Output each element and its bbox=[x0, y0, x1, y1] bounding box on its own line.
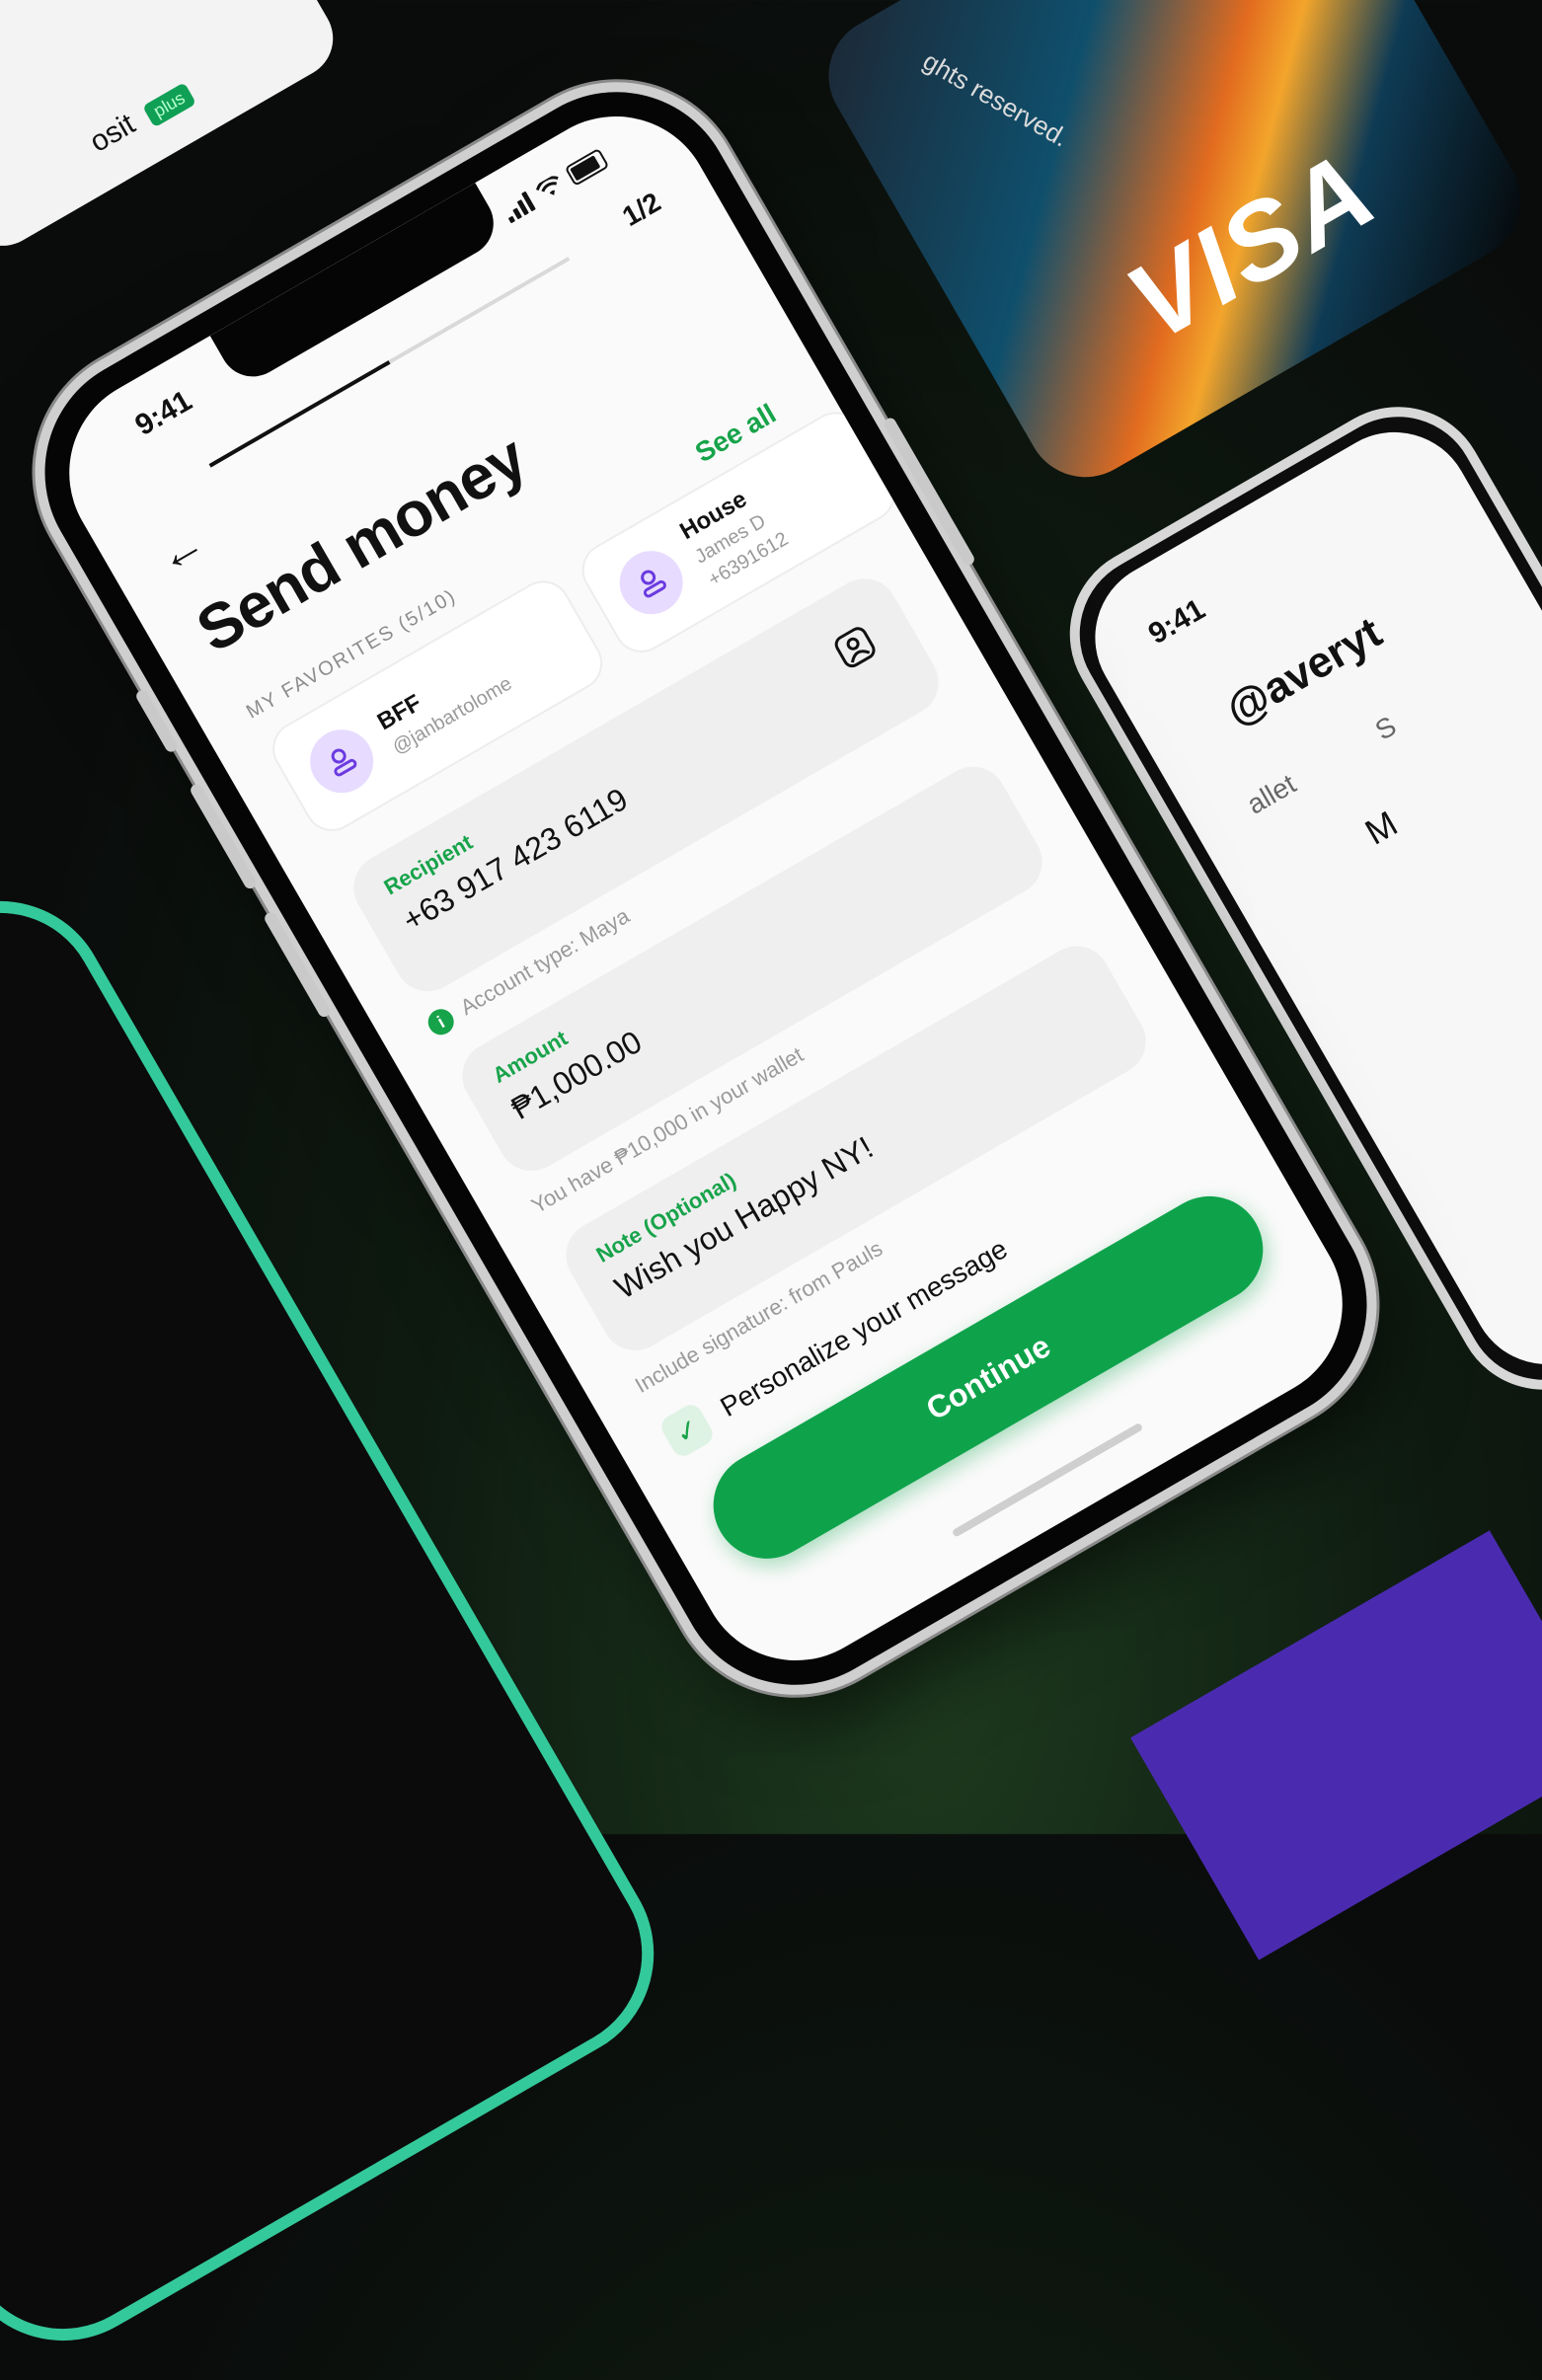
secondary-tab-wallet[interactable]: allet bbox=[1242, 768, 1301, 820]
visa-logo: VISA bbox=[1108, 127, 1395, 364]
user-avatar-icon bbox=[298, 718, 385, 805]
background-deposit-card: osit plus bbox=[0, 0, 347, 261]
visa-rights-text: ghts reserved. bbox=[917, 45, 1074, 153]
back-arrow-icon[interactable]: ← bbox=[147, 515, 214, 584]
user-avatar-icon bbox=[607, 539, 695, 626]
secondary-handle: @averyt bbox=[1217, 607, 1390, 735]
secondary-tab-s[interactable]: S bbox=[1370, 711, 1402, 747]
signal-icon bbox=[501, 191, 536, 224]
plus-badge: plus bbox=[142, 82, 197, 128]
notch bbox=[209, 183, 506, 389]
step-indicator: 1/2 bbox=[617, 186, 666, 233]
secondary-status-time: 9:41 bbox=[1142, 592, 1211, 652]
status-time: 9:41 bbox=[129, 384, 198, 442]
info-icon: i bbox=[423, 1004, 459, 1040]
deposit-text: osit bbox=[84, 107, 141, 159]
mute-switch bbox=[133, 688, 180, 754]
status-icons bbox=[501, 147, 610, 224]
secondary-label: M bbox=[1357, 803, 1405, 853]
battery-icon bbox=[564, 147, 610, 187]
background-purple-shape bbox=[1130, 1530, 1542, 1960]
personalize-checkbox[interactable]: ✓ bbox=[656, 1401, 718, 1461]
wifi-icon bbox=[535, 176, 559, 195]
